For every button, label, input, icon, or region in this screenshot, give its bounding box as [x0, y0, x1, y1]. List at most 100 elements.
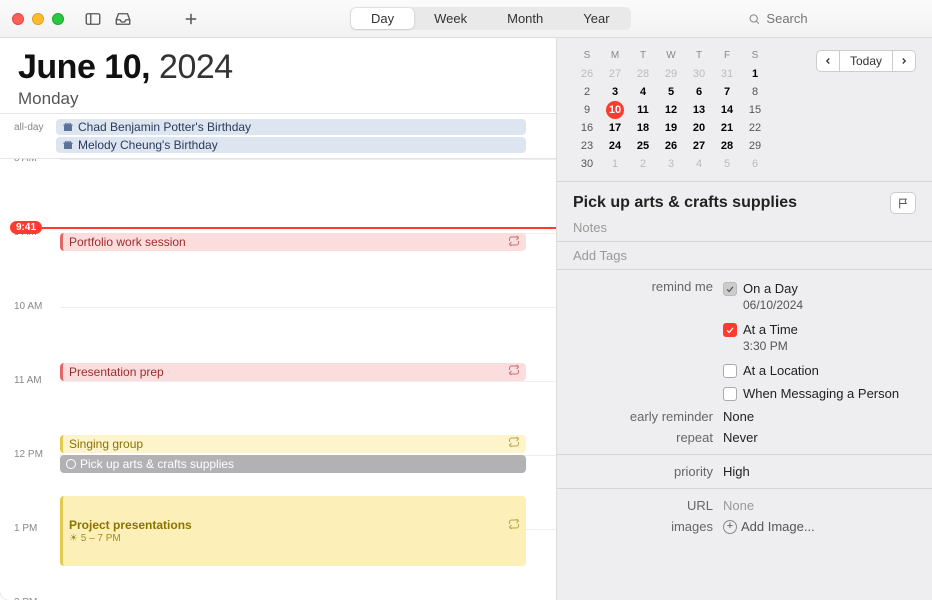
remind-me-label: remind me — [573, 279, 723, 403]
at-a-time-checkbox[interactable] — [723, 323, 737, 337]
early-reminder-value[interactable]: None — [723, 409, 916, 424]
mini-cal-day[interactable]: 13 — [685, 101, 713, 119]
add-image-button[interactable]: + Add Image... — [723, 519, 916, 534]
notes-field[interactable]: Notes — [573, 220, 916, 235]
right-panel: SMTWTFS262728293031123456789101112131415… — [557, 38, 932, 600]
mini-cal-day[interactable]: 5 — [657, 83, 685, 101]
mini-cal-day[interactable]: 26 — [573, 65, 601, 83]
mini-cal-dow: T — [685, 50, 713, 65]
event-title: Portfolio work session — [69, 235, 186, 249]
mini-cal-day[interactable]: 17 — [601, 119, 629, 137]
mini-cal-day[interactable]: 16 — [573, 119, 601, 137]
mini-cal-day[interactable]: 4 — [629, 83, 657, 101]
close-window-button[interactable] — [12, 13, 24, 25]
mini-cal-day[interactable]: 26 — [657, 137, 685, 155]
mini-cal-day[interactable]: 12 — [657, 101, 685, 119]
repeat-value[interactable]: Never — [723, 430, 916, 445]
mini-cal-day[interactable]: 22 — [741, 119, 769, 137]
mini-cal-day[interactable]: 9 — [573, 101, 601, 119]
mini-cal-day[interactable]: 4 — [685, 155, 713, 173]
mini-cal-day[interactable]: 2 — [573, 83, 601, 101]
mini-cal-day[interactable]: 1 — [601, 155, 629, 173]
event-pickup[interactable]: Pick up arts & crafts supplies — [60, 455, 526, 473]
mini-cal-dow: M — [601, 50, 629, 65]
hour-label: 11 AM — [14, 375, 56, 412]
hour-row: 10 AM — [0, 307, 556, 344]
mini-cal-day[interactable]: 29 — [741, 137, 769, 155]
mini-cal-day[interactable]: 21 — [713, 119, 741, 137]
mini-cal-day[interactable]: 6 — [741, 155, 769, 173]
mini-cal-day[interactable]: 24 — [601, 137, 629, 155]
now-time-pill: 9:41 — [10, 221, 42, 234]
circle-icon — [66, 459, 76, 469]
mini-cal-day[interactable]: 19 — [657, 119, 685, 137]
event-presentation[interactable]: Presentation prep — [60, 363, 526, 381]
current-year: 2024 — [159, 48, 233, 86]
url-value[interactable]: None — [723, 498, 916, 513]
mini-cal-day[interactable]: 30 — [573, 155, 601, 173]
priority-value[interactable]: High — [723, 464, 916, 479]
repeat-icon — [508, 436, 520, 451]
hour-label: 8 AM — [14, 159, 56, 190]
early-reminder-label: early reminder — [573, 409, 723, 424]
mini-cal-day[interactable]: 28 — [713, 137, 741, 155]
view-day[interactable]: Day — [351, 8, 414, 29]
mini-cal-day[interactable]: 1 — [741, 65, 769, 83]
mini-cal-day[interactable]: 31 — [713, 65, 741, 83]
mini-cal-day[interactable]: 14 — [713, 101, 741, 119]
inbox-icon[interactable] — [112, 9, 134, 29]
event-project[interactable]: Project presentations☀ 5 – 7 PM — [60, 496, 526, 566]
event-singing[interactable]: Singing group — [60, 435, 526, 453]
mini-cal-day[interactable]: 27 — [685, 137, 713, 155]
repeat-icon — [508, 364, 520, 379]
mini-cal-day[interactable]: 29 — [657, 65, 685, 83]
mini-cal-day[interactable]: 10 — [601, 101, 629, 119]
next-button[interactable] — [892, 50, 916, 72]
mini-cal-day[interactable]: 3 — [601, 83, 629, 101]
allday-event-title: Chad Benjamin Potter's Birthday — [78, 120, 251, 134]
search-input[interactable] — [766, 11, 912, 26]
mini-cal-day[interactable]: 25 — [629, 137, 657, 155]
minimize-window-button[interactable] — [32, 13, 44, 25]
mini-cal-day[interactable]: 7 — [713, 83, 741, 101]
view-year[interactable]: Year — [563, 8, 629, 29]
view-month[interactable]: Month — [487, 8, 563, 29]
at-a-time-value[interactable]: 3:30 PM — [723, 339, 916, 353]
add-icon[interactable] — [180, 9, 202, 29]
images-label: images — [573, 519, 723, 534]
mini-cal-day[interactable]: 5 — [713, 155, 741, 173]
when-messaging-checkbox[interactable] — [723, 387, 737, 401]
mini-cal-day[interactable]: 23 — [573, 137, 601, 155]
flag-button[interactable] — [890, 192, 916, 214]
view-week[interactable]: Week — [414, 8, 487, 29]
on-a-day-value[interactable]: 06/10/2024 — [723, 298, 916, 312]
inspector-title[interactable]: Pick up arts & crafts supplies — [573, 194, 890, 212]
mini-cal-day[interactable]: 8 — [741, 83, 769, 101]
search-field[interactable] — [740, 8, 920, 29]
mini-calendar[interactable]: SMTWTFS262728293031123456789101112131415… — [573, 50, 769, 173]
mini-cal-day[interactable]: 6 — [685, 83, 713, 101]
mini-cal-day[interactable]: 18 — [629, 119, 657, 137]
allday-event[interactable]: Melody Cheung's Birthday — [56, 137, 526, 153]
today-button[interactable]: Today — [840, 50, 892, 72]
prev-button[interactable] — [816, 50, 840, 72]
mini-cal-day[interactable]: 11 — [629, 101, 657, 119]
mini-cal-day[interactable]: 27 — [601, 65, 629, 83]
event-portfolio[interactable]: Portfolio work session — [60, 233, 526, 251]
mini-cal-day[interactable]: 2 — [629, 155, 657, 173]
tags-field[interactable]: Add Tags — [573, 248, 916, 263]
mini-cal-day[interactable]: 3 — [657, 155, 685, 173]
mini-cal-day[interactable]: 15 — [741, 101, 769, 119]
at-location-checkbox[interactable] — [723, 364, 737, 378]
date-header: June 10, 2024 Monday — [0, 38, 556, 113]
mini-cal-day[interactable]: 30 — [685, 65, 713, 83]
priority-label: priority — [573, 464, 723, 479]
on-a-day-checkbox[interactable] — [723, 282, 737, 296]
zoom-window-button[interactable] — [52, 13, 64, 25]
mini-cal-day[interactable]: 20 — [685, 119, 713, 137]
sidebar-toggle-icon[interactable] — [82, 9, 104, 29]
allday-event[interactable]: Chad Benjamin Potter's Birthday — [56, 119, 526, 135]
mini-cal-dow: F — [713, 50, 741, 65]
mini-cal-day[interactable]: 28 — [629, 65, 657, 83]
timeline[interactable]: 8 AM9 AM10 AM11 AM12 PM1 PM2 PM3 PM4 PM5… — [0, 159, 556, 600]
